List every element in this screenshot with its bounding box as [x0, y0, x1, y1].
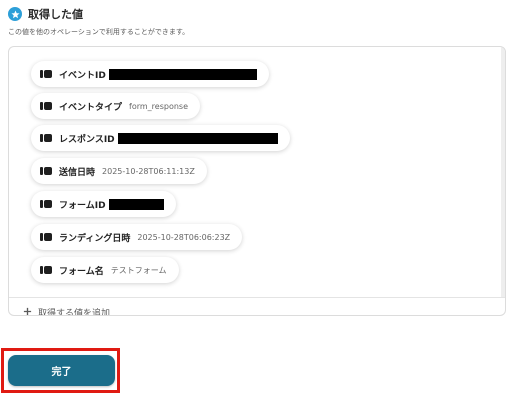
value-token-icon [40, 70, 52, 78]
section-header: 取得した値 [8, 6, 83, 22]
chip-label: イベントタイプ [59, 102, 123, 113]
chip-label: フォーム名 [59, 266, 104, 277]
chip-label: フォームID [59, 200, 106, 211]
value-chip-event-id[interactable]: イベントID [31, 61, 269, 87]
chip-value: テストフォーム [110, 265, 167, 275]
chip-value: 2025-10-28T06:06:23Z [137, 232, 231, 242]
value-token-icon [40, 200, 52, 208]
chip-label: レスポンスID [59, 134, 115, 145]
section-title: 取得した値 [28, 8, 83, 21]
redacted-value [117, 132, 278, 144]
value-token-icon [40, 167, 52, 175]
chip-value: 2025-10-28T06:11:13Z [102, 166, 195, 176]
redacted-value [108, 198, 164, 210]
value-token-icon [40, 233, 52, 241]
redacted-value [108, 68, 257, 80]
chip-label: 送信日時 [59, 167, 96, 178]
add-value-label: 取得する値を追加 [38, 309, 111, 316]
chip-value: form_response [129, 101, 189, 111]
value-chip-event-type[interactable]: イベントタイプ form_response [31, 93, 201, 119]
scrollbar[interactable] [501, 47, 505, 297]
fetched-values-panel: イベントID イベントタイプ form_response レスポンスID 送信日… [8, 46, 506, 316]
value-chip-response-id[interactable]: レスポンスID [31, 125, 290, 151]
chip-label: イベントID [59, 70, 106, 81]
value-token-icon [40, 134, 52, 142]
value-chip-landed-at[interactable]: ランディング日時 2025-10-28T06:06:23Z [31, 224, 243, 250]
divider [9, 297, 505, 298]
value-chip-form-id[interactable]: フォームID [31, 191, 176, 217]
star-icon [8, 7, 22, 21]
value-chip-submitted-at[interactable]: 送信日時 2025-10-28T06:11:13Z [31, 158, 207, 184]
plus-icon [23, 307, 32, 316]
section-description: この値を他のオペレーションで利用することができます。 [8, 28, 190, 36]
value-chip-form-name[interactable]: フォーム名 テストフォーム [31, 257, 179, 283]
done-button[interactable]: 完了 [8, 355, 115, 386]
value-token-icon [40, 102, 52, 110]
value-token-icon [40, 266, 52, 274]
add-value-link[interactable]: 取得する値を追加 [23, 306, 111, 316]
chip-label: ランディング日時 [59, 233, 131, 244]
